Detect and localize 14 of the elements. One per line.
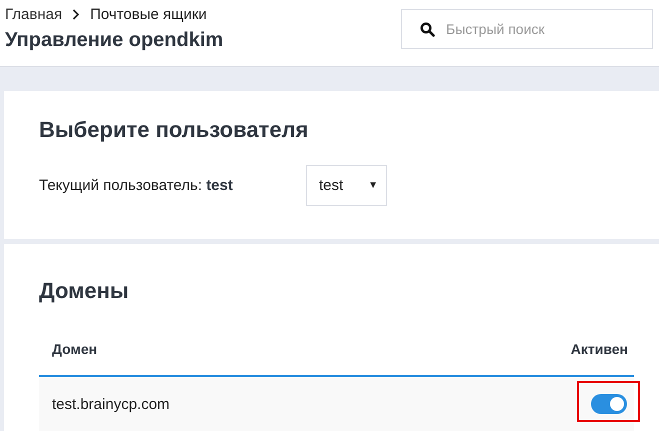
search-field[interactable]: Быстрый поиск — [401, 9, 653, 49]
user-select[interactable]: test ▼ — [306, 165, 387, 206]
current-user-label: Текущий пользователь: test — [39, 177, 234, 194]
page-title: Управление opendkim — [5, 29, 224, 52]
column-header: Активен — [570, 341, 628, 359]
search-icon — [420, 22, 435, 37]
breadcrumb-link[interactable]: Почтовые ящики — [90, 6, 207, 23]
breadcrumb-link[interactable]: Главная — [5, 6, 62, 23]
chevron-icon — [72, 9, 80, 20]
card-title: Выберите пользователя — [39, 117, 310, 143]
card-title: Домены — [39, 278, 130, 304]
active-toggle[interactable] — [591, 394, 627, 414]
domain-cell: test.brainycp.com — [52, 396, 170, 412]
column-header: Домен — [52, 341, 98, 359]
